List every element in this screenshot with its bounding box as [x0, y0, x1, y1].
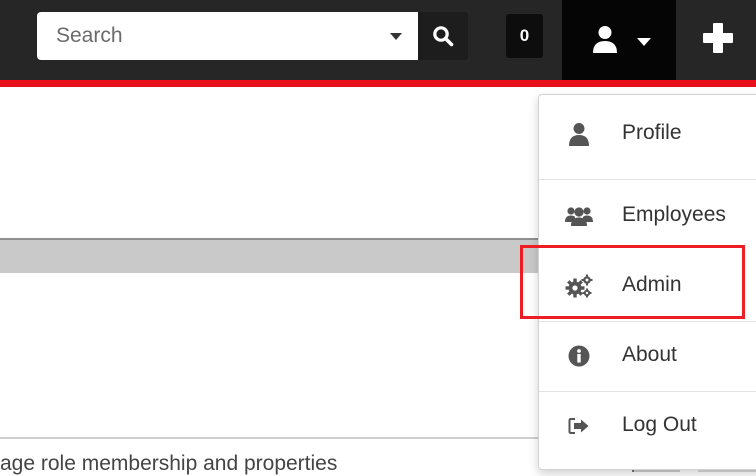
search-input[interactable] — [37, 12, 386, 60]
menu-item-label: Log Out — [622, 413, 697, 436]
search-icon — [433, 26, 454, 47]
admin-highlight-box — [520, 245, 745, 319]
menu-divider — [539, 321, 756, 322]
search-box — [37, 12, 418, 60]
notification-count-badge[interactable]: 0 — [506, 14, 543, 58]
header-accent-line — [0, 80, 756, 87]
users-icon — [565, 203, 593, 229]
menu-divider — [539, 179, 756, 180]
search-dropdown-caret-icon[interactable] — [390, 33, 402, 40]
search-button[interactable] — [418, 12, 468, 60]
info-circle-icon — [565, 343, 593, 369]
menu-item-profile[interactable]: Profile — [539, 103, 756, 163]
user-icon — [565, 121, 593, 147]
menu-item-log-out[interactable]: Log Out — [539, 395, 756, 455]
menu-item-about[interactable]: About — [539, 325, 756, 385]
chevron-down-icon — [637, 38, 651, 46]
user-menu-button[interactable] — [562, 0, 676, 80]
menu-item-employees[interactable]: Employees — [539, 185, 756, 245]
add-button[interactable] — [700, 20, 736, 56]
menu-item-label: Profile — [622, 121, 682, 144]
divider — [0, 437, 540, 439]
menu-divider — [539, 391, 756, 392]
plus-icon — [703, 23, 733, 53]
section-description: age role membership and properties — [0, 452, 338, 475]
menu-item-label: About — [622, 343, 677, 366]
sign-out-icon — [565, 413, 593, 439]
menu-item-label: Employees — [622, 203, 726, 226]
section-header-bar — [0, 238, 540, 273]
user-icon — [593, 26, 617, 53]
top-navbar: 0 — [0, 0, 756, 80]
